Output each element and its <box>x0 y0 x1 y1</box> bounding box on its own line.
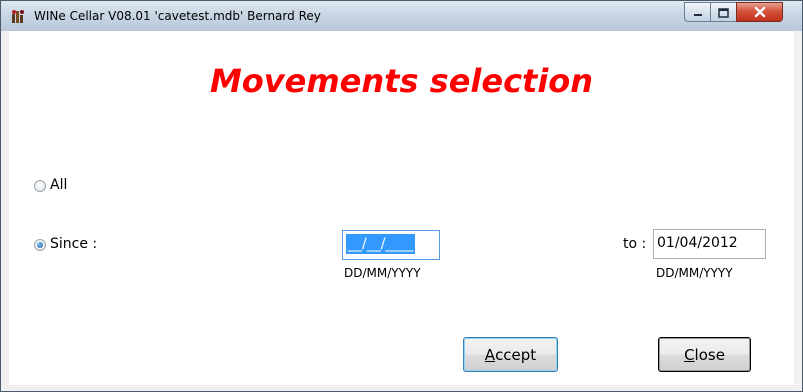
all-radio-label[interactable]: All <box>50 177 67 193</box>
title-bar[interactable]: WINe Cellar V08.01 'cavetest.mdb' Bernar… <box>1 1 802 31</box>
since-date-value: __/__/____ <box>346 234 416 254</box>
to-date-format-hint: DD/MM/YYYY <box>656 266 733 280</box>
page-title: Movements selection <box>209 62 594 100</box>
accept-button[interactable]: Accept <box>463 337 558 372</box>
maximize-icon <box>718 3 729 22</box>
close-button-mnemonic: C <box>684 345 695 364</box>
accept-button-mnemonic: A <box>484 345 496 364</box>
to-date-input[interactable]: 01/04/2012 <box>653 229 766 259</box>
close-button[interactable]: Close <box>658 337 751 372</box>
since-radio[interactable] <box>34 239 46 251</box>
close-button-label: lose <box>694 345 725 364</box>
since-date-input[interactable]: __/__/____ <box>342 230 440 260</box>
since-radio-label[interactable]: Since : <box>50 236 97 252</box>
app-window: WINe Cellar V08.01 'cavetest.mdb' Bernar… <box>0 0 803 392</box>
minimize-icon <box>693 3 703 22</box>
since-date-format-hint: DD/MM/YYYY <box>344 266 421 280</box>
all-radio[interactable] <box>34 180 46 192</box>
minimize-button[interactable] <box>684 2 711 22</box>
window-title: WINe Cellar V08.01 'cavetest.mdb' Bernar… <box>34 9 321 23</box>
to-label: to : <box>623 236 647 252</box>
maximize-button[interactable] <box>710 2 737 22</box>
close-window-button[interactable] <box>736 2 783 22</box>
close-icon <box>754 3 766 22</box>
wine-cellar-app-icon[interactable] <box>10 8 26 24</box>
form-area: Movements selection All Since : __/__/__… <box>9 31 794 385</box>
accept-button-label: ccept <box>495 345 537 364</box>
